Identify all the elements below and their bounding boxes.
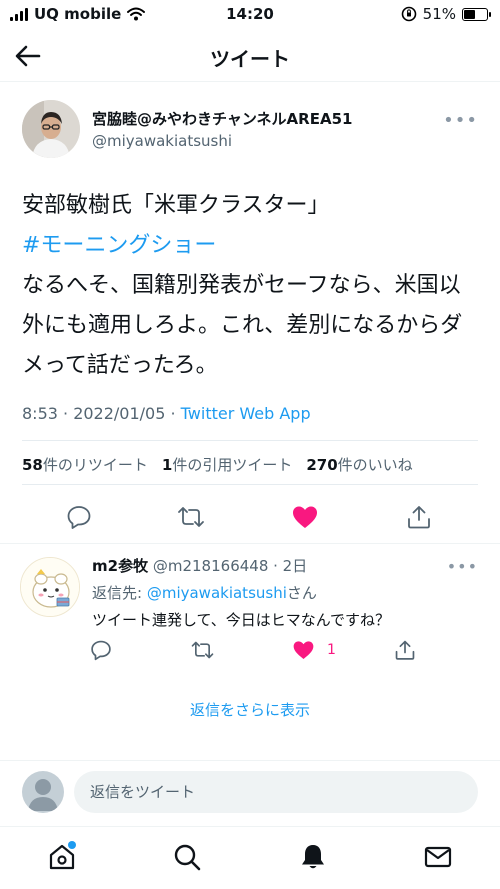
envelope-icon xyxy=(424,846,452,868)
likes-stat[interactable]: 270件のいいね xyxy=(306,454,412,475)
main-tweet: 宮脇睦@みやわきチャンネルAREA51 @miyawakiatsushi •••… xyxy=(0,82,500,544)
author-avatar[interactable] xyxy=(22,100,80,158)
speech-bubble-icon xyxy=(67,506,91,529)
hashtag-link[interactable]: #モーニングショー xyxy=(22,226,482,266)
reply-to-mention[interactable]: @miyawakiatsushi xyxy=(147,584,287,602)
tab-search[interactable] xyxy=(171,841,203,873)
page-title: ツイート xyxy=(210,47,290,71)
retweet-icon xyxy=(178,507,204,527)
reply-share-button[interactable] xyxy=(394,637,416,663)
like-button[interactable] xyxy=(287,499,323,535)
show-more-replies-link[interactable]: 返信をさらに表示 xyxy=(0,699,500,720)
tweet-actions xyxy=(0,492,500,542)
battery-fill xyxy=(464,9,476,19)
avatar-image xyxy=(21,558,79,616)
divider xyxy=(22,440,478,441)
reply-input[interactable] xyxy=(74,771,478,813)
reply-like-button[interactable]: 1 xyxy=(292,637,336,663)
retweets-stat[interactable]: 58件のリツイート xyxy=(22,454,148,475)
default-avatar-icon xyxy=(22,771,64,813)
author-handle[interactable]: @miyawakiatsushi xyxy=(92,132,232,150)
author-name[interactable]: 宮脇睦@みやわきチャンネルAREA51 xyxy=(92,108,352,129)
tweet-stats: 58件のリツイート 1件の引用ツイート 270件のいいね xyxy=(22,454,413,475)
avatar-image xyxy=(22,100,80,158)
search-icon xyxy=(174,844,201,871)
bell-icon xyxy=(302,845,324,869)
reply-to-suffix: さん xyxy=(286,584,317,602)
reply-header: m2参牧 @m218166448 · 2日 xyxy=(92,555,307,576)
heart-icon xyxy=(293,641,314,660)
reply-reply-button[interactable] xyxy=(90,637,112,663)
tweet-text-body: なるへそ、国籍別発表がセーフなら、米国以外にも適用しろよ。これ、差別になるからダ… xyxy=(22,273,463,378)
retweet-icon xyxy=(191,641,214,659)
reply-author-name[interactable]: m2参牧 xyxy=(92,557,148,575)
divider xyxy=(22,484,478,485)
tab-messages[interactable] xyxy=(422,841,454,873)
reply-handle-time: @m218166448 · 2日 xyxy=(152,557,308,575)
battery-icon xyxy=(462,7,491,21)
heart-icon xyxy=(293,506,317,528)
share-icon xyxy=(408,506,430,529)
reply-avatar[interactable] xyxy=(20,557,80,617)
user-silhouette-icon xyxy=(28,779,58,811)
status-bar: UQ mobile 14:20 51% xyxy=(0,0,500,30)
tab-home[interactable] xyxy=(46,841,78,873)
tweet-timestamp: 8:53 · 2022/01/05 · xyxy=(22,404,181,423)
reply-tweet[interactable]: m2参牧 @m218166448 · 2日 ••• 返信先: @miyawaki… xyxy=(0,545,500,677)
reply-to-prefix: 返信先: xyxy=(92,584,147,602)
nav-header: ツイート xyxy=(0,30,500,82)
reply-more-options-icon[interactable]: ••• xyxy=(447,557,478,576)
tweet-text: 安部敏樹氏「米軍クラスター」 #モーニングショー なるへそ、国籍別発表がセーフな… xyxy=(22,186,482,386)
reply-to-line: 返信先: @miyawakiatsushiさん xyxy=(92,582,317,603)
tweet-text-line1: 安部敏樹氏「米軍クラスター」 xyxy=(22,193,330,218)
more-options-icon[interactable]: ••• xyxy=(443,110,478,131)
notification-dot xyxy=(68,841,76,849)
reply-like-count: 1 xyxy=(327,642,336,658)
reply-retweet-button[interactable] xyxy=(190,637,215,663)
tab-notifications[interactable] xyxy=(297,841,329,873)
share-icon xyxy=(395,640,415,660)
battery-percent: 51% xyxy=(422,5,456,23)
tweet-source-link[interactable]: Twitter Web App xyxy=(181,404,311,423)
reply-button[interactable] xyxy=(61,499,97,535)
share-button[interactable] xyxy=(401,499,437,535)
tweet-meta: 8:53 · 2022/01/05 · Twitter Web App xyxy=(22,404,311,423)
bottom-tab-bar xyxy=(0,826,500,889)
reply-composer xyxy=(0,760,500,822)
status-right: 51% xyxy=(401,5,491,23)
orientation-lock-icon xyxy=(401,6,416,22)
quotes-stat[interactable]: 1件の引用ツイート xyxy=(162,454,292,475)
reply-actions: 1 xyxy=(0,637,500,667)
retweet-button[interactable] xyxy=(173,499,209,535)
reply-text: ツイート連発して、今日はヒマなんですね？ xyxy=(92,611,391,629)
speech-bubble-icon xyxy=(91,640,111,661)
